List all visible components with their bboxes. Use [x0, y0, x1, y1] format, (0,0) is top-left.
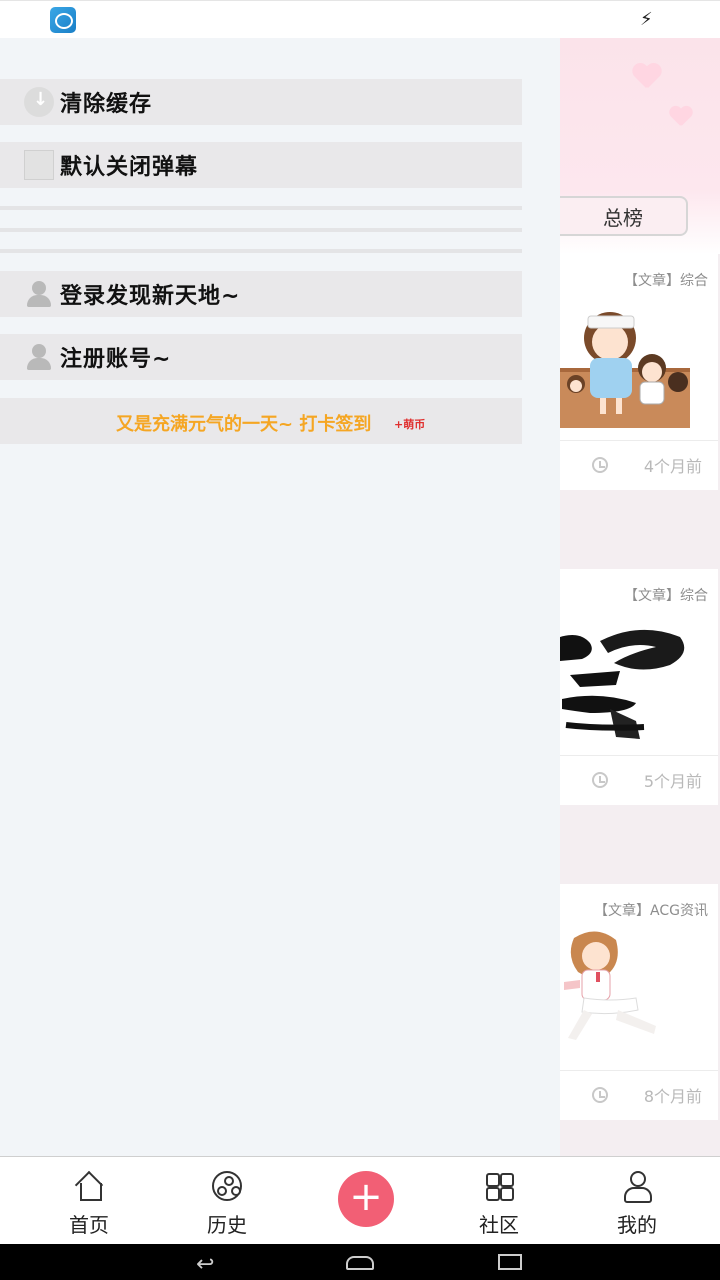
danmaku-icon [24, 150, 54, 180]
card-footer: 5个月前 [560, 755, 718, 803]
card-thumbnail-image [560, 928, 690, 1058]
feed-list: 【文章】综合 4个月前 【文章】综合 5个月前 【文章】ACG资讯 8个月前 [560, 254, 720, 1156]
menu-item-label: 注册账号~ [60, 347, 172, 372]
ranking-tab[interactable]: 总榜 [560, 196, 688, 236]
heart-decoration-icon [669, 107, 693, 128]
card-time: 5个月前 [643, 772, 702, 791]
card-thumbnail-image [560, 298, 690, 428]
menu-item-label: 默认关闭弹幕 [60, 155, 199, 180]
tab-label: 历史 [207, 1213, 247, 1237]
person-icon [24, 342, 54, 372]
card-category-tag: 【文章】ACG资讯 [594, 903, 708, 919]
grid-icon [484, 1171, 514, 1201]
tab-home[interactable]: 首页 [39, 1157, 139, 1245]
tab-label: 我的 [617, 1213, 657, 1237]
tab-history[interactable]: 历史 [177, 1157, 277, 1245]
menu-item-clear-cache[interactable]: 清除缓存 [0, 79, 522, 125]
tab-label: 首页 [69, 1213, 109, 1237]
tab-me[interactable]: 我的 [587, 1157, 687, 1245]
clock-icon [592, 1087, 608, 1103]
menu-item-register[interactable]: 注册账号~ [0, 334, 522, 380]
person-icon [24, 279, 54, 309]
article-card[interactable]: 【文章】ACG资讯 8个月前 [560, 884, 718, 1120]
home-icon [74, 1171, 104, 1201]
card-category-tag: 【文章】综合 [624, 273, 708, 289]
card-footer: 8个月前 [560, 1070, 718, 1118]
cloud-download-icon [24, 87, 54, 117]
feed-banner: 总榜 [560, 38, 720, 254]
menu-item-label: 登录发现新天地~ [60, 284, 241, 309]
card-time: 4个月前 [643, 457, 702, 476]
home-icon[interactable] [346, 1256, 374, 1270]
tab-community[interactable]: 社区 [449, 1157, 549, 1245]
card-footer: 4个月前 [560, 440, 718, 488]
nox-app-icon [50, 7, 76, 33]
profile-icon [622, 1171, 652, 1203]
tab-label: 社区 [479, 1213, 519, 1237]
feed-background: 总榜 【文章】综合 4个月前 【文章】综合 5个月前 【文章】ACG资讯 8个月… [560, 38, 720, 1156]
article-card[interactable]: 【文章】综合 4个月前 [560, 254, 718, 490]
menu-item-login[interactable]: 登录发现新天地~ [0, 271, 522, 317]
menu-item-disable-danmaku[interactable]: 默认关闭弹幕 [0, 142, 522, 188]
menu-item-label: 清除缓存 [60, 92, 153, 117]
bottom-tab-bar: 首页 历史 + 社区 我的 [0, 1156, 720, 1244]
recent-apps-icon[interactable] [498, 1254, 522, 1270]
checkin-bonus-badge: +萌币 [394, 418, 426, 431]
side-drawer: 清除缓存 默认关闭弹幕 登录发现新天地~ 注册账号~ 又是充满元气的一天~ 打卡… [0, 38, 560, 1156]
card-thumbnail-image [560, 613, 690, 743]
battery-charging-icon: ⚡ [640, 9, 653, 30]
system-nav-bar: ↩ [0, 1244, 720, 1280]
clock-icon [592, 457, 608, 473]
film-reel-icon [212, 1171, 242, 1201]
status-bar: ⚡ [0, 0, 720, 38]
divider [0, 206, 522, 210]
heart-decoration-icon [632, 64, 662, 90]
checkin-button[interactable]: 又是充满元气的一天~ 打卡签到 +萌币 [0, 398, 522, 444]
article-card[interactable]: 【文章】综合 5个月前 [560, 569, 718, 805]
add-button[interactable]: + [338, 1171, 394, 1227]
checkin-text: 又是充满元气的一天~ 打卡签到 [116, 414, 372, 435]
divider [0, 228, 522, 232]
back-icon[interactable]: ↩ [196, 1252, 214, 1277]
divider [0, 249, 522, 253]
card-time: 8个月前 [643, 1087, 702, 1106]
clock-icon [592, 772, 608, 788]
card-category-tag: 【文章】综合 [624, 588, 708, 604]
